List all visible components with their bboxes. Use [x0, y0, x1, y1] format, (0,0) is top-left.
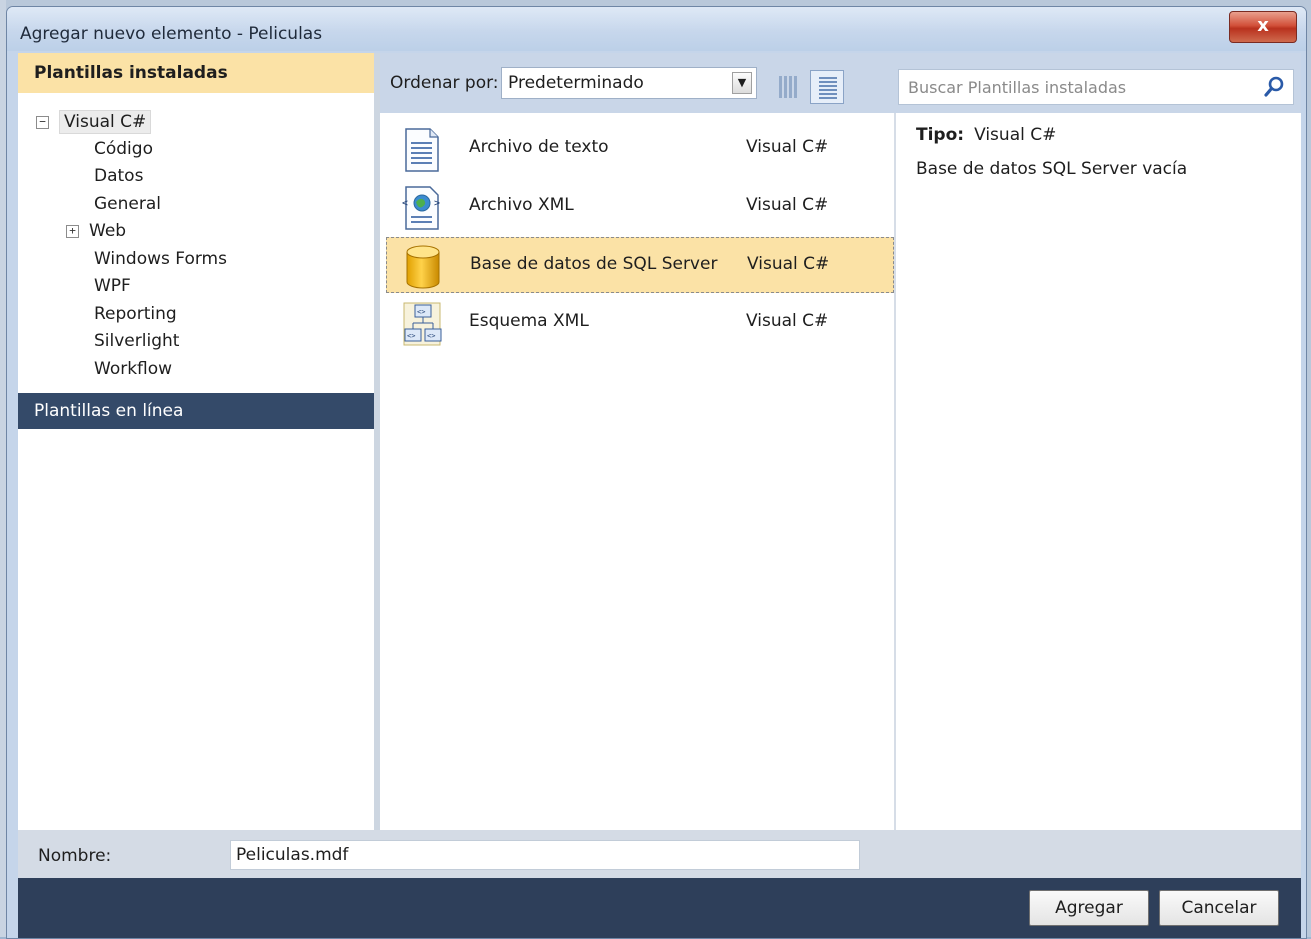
item-name: Archivo de texto: [469, 137, 609, 157]
tree-node-reporting[interactable]: Reporting: [94, 301, 177, 327]
xml-file-icon: < >: [402, 186, 440, 230]
list-item[interactable]: < > Archivo XML Visual C#: [386, 179, 894, 235]
item-name: Esquema XML: [469, 311, 589, 331]
database-icon: [406, 245, 440, 289]
template-list: Archivo de texto Visual C# < > Archivo X…: [380, 113, 894, 830]
tree-node-general[interactable]: General: [94, 191, 161, 217]
svg-text:<: <: [402, 198, 408, 209]
details-pane: Tipo: Visual C# Base de datos SQL Server …: [896, 113, 1301, 830]
templates-pane: Plantillas instaladas − Visual C# Código …: [18, 53, 374, 830]
close-button[interactable]: x: [1229, 11, 1297, 43]
tree-node-silverlight[interactable]: Silverlight: [94, 328, 179, 354]
tree-node-web[interactable]: + Web: [66, 218, 126, 244]
list-item[interactable]: Archivo de texto Visual C#: [386, 121, 894, 177]
svg-text:<>: <>: [427, 332, 435, 340]
tree-node-visual-csharp[interactable]: − Visual C#: [36, 109, 152, 135]
sort-by-value: Predeterminado: [508, 73, 644, 93]
installed-templates-header[interactable]: Plantillas instaladas: [18, 53, 374, 93]
tree-node-codigo[interactable]: Código: [94, 136, 153, 162]
list-item[interactable]: <> <> <> Esquema XML Visual C#: [386, 295, 894, 351]
type-row: Tipo: Visual C#: [916, 125, 1056, 145]
xml-schema-icon: <> <> <>: [403, 302, 442, 346]
collapse-icon[interactable]: −: [36, 115, 49, 129]
name-row: Nombre: Peliculas.mdf: [18, 830, 1301, 878]
cancel-button[interactable]: Cancelar: [1159, 890, 1279, 926]
chevron-down-icon[interactable]: ▼: [732, 72, 752, 94]
name-field-value: Peliculas.mdf: [236, 845, 349, 865]
list-view-button[interactable]: [810, 70, 844, 104]
grid-view-icon: [779, 76, 797, 98]
tree-node-wpf[interactable]: WPF: [94, 273, 131, 299]
svg-text:<>: <>: [407, 332, 415, 340]
sort-by-label: Ordenar por:: [390, 73, 499, 93]
search-icon[interactable]: [1263, 76, 1285, 98]
search-input[interactable]: Buscar Plantillas instaladas: [898, 69, 1294, 105]
expand-icon[interactable]: +: [66, 224, 79, 238]
item-language: Visual C#: [746, 137, 829, 157]
item-language: Visual C#: [747, 254, 830, 274]
search-placeholder: Buscar Plantillas instaladas: [908, 78, 1127, 97]
dialog-footer: Agregar Cancelar: [18, 878, 1301, 938]
item-name: Archivo XML: [469, 195, 574, 215]
title-bar: Agregar nuevo elemento - Peliculas x: [7, 7, 1306, 51]
toolbar: Ordenar por: Predeterminado ▼ Buscar Pla…: [380, 53, 1301, 113]
type-value: Visual C#: [974, 125, 1057, 145]
tree-node-windows-forms[interactable]: Windows Forms: [94, 246, 227, 272]
template-description: Base de datos SQL Server vacía: [916, 159, 1188, 179]
tree-node-label: Visual C#: [59, 110, 152, 134]
tree-node-datos[interactable]: Datos: [94, 163, 143, 189]
tree-node-label: Web: [89, 221, 127, 241]
list-item-selected[interactable]: Base de datos de SQL Server Visual C#: [386, 237, 894, 293]
window-title: Agregar nuevo elemento - Peliculas: [20, 24, 323, 44]
name-label: Nombre:: [38, 846, 112, 866]
name-field[interactable]: Peliculas.mdf: [230, 840, 860, 870]
item-language: Visual C#: [746, 195, 829, 215]
svg-text:>: >: [434, 198, 440, 209]
medium-icons-view-button[interactable]: [771, 70, 805, 104]
item-name: Base de datos de SQL Server: [470, 254, 718, 274]
item-language: Visual C#: [746, 311, 829, 331]
online-templates-header[interactable]: Plantillas en línea: [18, 393, 374, 429]
tree-node-workflow[interactable]: Workflow: [94, 356, 172, 382]
add-new-item-dialog: Agregar nuevo elemento - Peliculas x Pla…: [6, 6, 1307, 939]
dialog-client-area: Plantillas instaladas − Visual C# Código …: [18, 53, 1301, 938]
type-label: Tipo:: [916, 125, 965, 145]
sort-by-select[interactable]: Predeterminado ▼: [501, 67, 757, 99]
list-view-icon: [819, 77, 837, 99]
text-file-icon: [405, 128, 439, 172]
svg-text:<>: <>: [417, 308, 425, 316]
add-button[interactable]: Agregar: [1029, 890, 1149, 926]
